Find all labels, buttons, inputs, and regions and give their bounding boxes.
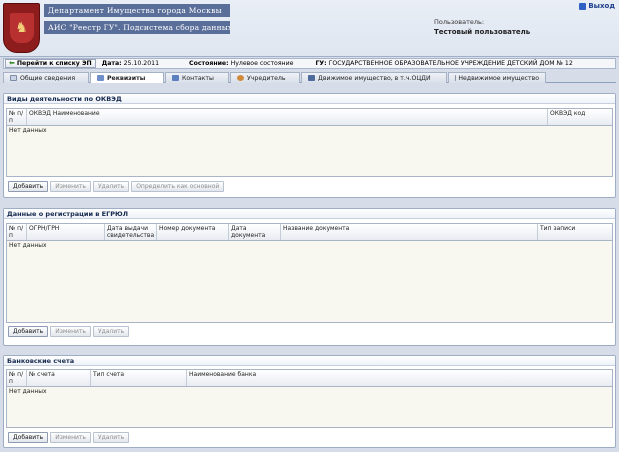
add-button[interactable]: Добавить	[8, 181, 49, 192]
system-title: АИС "Реестр ГУ". Подсистема сбора данных	[44, 21, 230, 34]
card-icon	[97, 75, 104, 81]
department-title: Департамент Имущества города Москвы	[44, 4, 230, 17]
column-header[interactable]: ОГРН/ГРН	[27, 224, 105, 240]
user-label: Пользователь:	[434, 18, 485, 26]
tab-real-estate[interactable]: Недвижимое имущество	[448, 72, 546, 83]
column-header[interactable]: Тип счета	[91, 370, 187, 386]
grid-header: № п/п ОГРН/ГРН Дата выдачи свидетельства…	[7, 224, 612, 241]
column-header[interactable]: Тип записи	[538, 224, 612, 240]
tab-requisites[interactable]: Реквизиты	[90, 72, 164, 83]
egrul-panel: Данные о регистрации в ЕГРЮЛ № п/п ОГРН/…	[3, 208, 616, 346]
column-header[interactable]: № счета	[27, 370, 91, 386]
tab-label: Недвижимое имущество	[458, 74, 539, 82]
edit-button[interactable]: Изменить	[50, 432, 91, 443]
delete-button[interactable]: Удалить	[92, 181, 130, 192]
user-name: Тестовый пользователь	[434, 28, 531, 36]
state-label: Состояние:	[189, 60, 229, 67]
empty-message: Нет данных	[9, 127, 47, 134]
panel-title: Банковские счета	[4, 356, 615, 366]
tab-label: Движимое имущество, в т.ч.ОЦДИ	[318, 74, 431, 82]
tab-label: Контакты	[182, 74, 214, 82]
user-box: Пользователь: Тестовый пользователь	[434, 18, 530, 36]
bank-grid: № п/п № счета Тип счета Наименование бан…	[6, 369, 613, 428]
state-info: Состояние: Нулевое состояние	[189, 60, 293, 67]
date-label: Дата:	[101, 60, 122, 67]
edit-button[interactable]: Изменить	[50, 326, 91, 337]
add-button[interactable]: Добавить	[8, 326, 49, 337]
car-icon	[308, 75, 315, 81]
app-header: ♞ Департамент Имущества города Москвы АИ…	[0, 0, 619, 57]
delete-button[interactable]: Удалить	[92, 432, 130, 443]
state-value: Нулевое состояние	[230, 60, 294, 67]
back-to-list-label: Перейти к списку ЭП	[16, 60, 92, 67]
moscow-emblem-icon: ♞	[3, 3, 40, 53]
set-main-button[interactable]: Определить как основной	[131, 181, 225, 192]
tab-movable-property[interactable]: Движимое имущество, в т.ч.ОЦДИ	[301, 72, 447, 83]
panel-title: Виды деятельности по ОКВЭД	[4, 94, 615, 104]
tab-label: Реквизиты	[107, 74, 146, 82]
tab-general[interactable]: Общие сведения	[3, 72, 89, 83]
grid-header: № п/п № счета Тип счета Наименование бан…	[7, 370, 612, 387]
tab-label: Учредитель	[247, 74, 286, 82]
column-header[interactable]: Дата документа	[229, 224, 281, 240]
empty-message: Нет данных	[9, 388, 47, 395]
phone-icon	[172, 75, 179, 81]
person-icon	[237, 75, 244, 81]
back-to-list-button[interactable]: ⬅ Перейти к списку ЭП	[5, 59, 96, 68]
bank-panel: Банковские счета № п/п № счета Тип счета…	[3, 355, 616, 448]
egrul-grid: № п/п ОГРН/ГРН Дата выдачи свидетельства…	[6, 223, 613, 323]
logout-link[interactable]: Выход	[579, 2, 615, 10]
column-header[interactable]: Номер документа	[157, 224, 229, 240]
empty-message: Нет данных	[9, 242, 47, 249]
column-header[interactable]: Дата выдачи свидетельства	[105, 224, 157, 240]
edit-button[interactable]: Изменить	[50, 181, 91, 192]
logout-label: Выход	[588, 2, 615, 10]
date-info: Дата: 25.10.2011	[102, 60, 159, 67]
tab-contacts[interactable]: Контакты	[165, 72, 229, 83]
column-header[interactable]: Название документа	[281, 224, 538, 240]
bank-buttons: Добавить Изменить Удалить	[8, 432, 130, 443]
grid-header: № п/п ОКВЭД Наименование ОКВЭД код	[7, 109, 612, 126]
tab-label: Общие сведения	[20, 74, 76, 82]
gu-value: ГОСУДАРСТВЕННОЕ ОБРАЗОВАТЕЛЬНОЕ УЧРЕЖДЕН…	[328, 60, 573, 67]
column-header[interactable]: ОКВЭД Наименование	[27, 109, 548, 125]
date-value: 25.10.2011	[123, 60, 160, 67]
column-header[interactable]: № п/п	[7, 370, 27, 386]
gu-label: ГУ:	[315, 60, 327, 67]
panel-title: Данные о регистрации в ЕГРЮЛ	[4, 209, 615, 219]
okved-buttons: Добавить Изменить Удалить Определить как…	[8, 181, 225, 192]
info-bar: ⬅ Перейти к списку ЭП Дата: 25.10.2011 С…	[3, 58, 616, 69]
delete-button[interactable]: Удалить	[92, 326, 130, 337]
egrul-buttons: Добавить Изменить Удалить	[8, 326, 130, 337]
column-header[interactable]: Наименование банка	[187, 370, 612, 386]
logout-icon	[579, 2, 587, 10]
okved-panel: Виды деятельности по ОКВЭД № п/п ОКВЭД Н…	[3, 93, 616, 198]
okved-grid: № п/п ОКВЭД Наименование ОКВЭД код Нет д…	[6, 108, 613, 177]
column-header[interactable]: № п/п	[7, 109, 27, 125]
add-button[interactable]: Добавить	[8, 432, 49, 443]
gu-info: ГУ: ГОСУДАРСТВЕННОЕ ОБРАЗОВАТЕЛЬНОЕ УЧРЕ…	[315, 60, 572, 67]
tab-bar: Общие сведения Реквизиты Контакты Учреди…	[3, 72, 616, 83]
back-arrow-icon: ⬅	[9, 59, 15, 67]
column-header[interactable]: № п/п	[7, 224, 27, 240]
column-header[interactable]: ОКВЭД код	[548, 109, 612, 125]
page-icon	[10, 75, 17, 81]
tab-founder[interactable]: Учредитель	[230, 72, 300, 83]
